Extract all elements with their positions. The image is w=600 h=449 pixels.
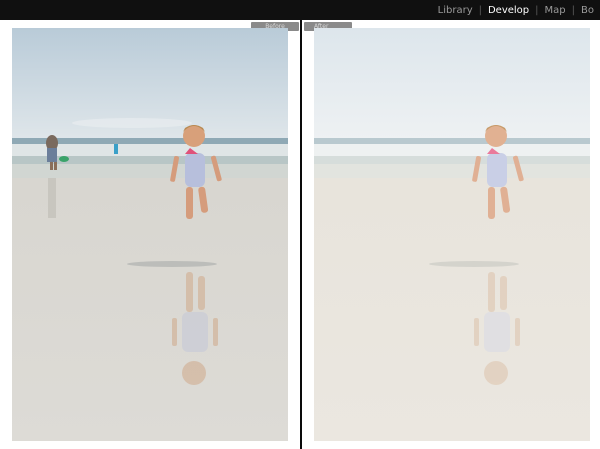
module-book[interactable]: Bo [575, 5, 600, 16]
module-bar: Library | Develop | Map | Bo [0, 0, 600, 20]
module-picker: Library | Develop | Map | Bo [432, 0, 600, 20]
after-pane[interactable]: After [302, 20, 600, 449]
module-develop[interactable]: Develop [482, 5, 535, 16]
beach-photo-after [314, 28, 590, 441]
before-pane[interactable]: Before [0, 20, 300, 449]
before-photo[interactable] [12, 28, 288, 441]
after-photo[interactable] [314, 28, 590, 441]
beach-photo-before [12, 28, 288, 441]
module-map[interactable]: Map [539, 5, 572, 16]
module-library[interactable]: Library [432, 5, 479, 16]
